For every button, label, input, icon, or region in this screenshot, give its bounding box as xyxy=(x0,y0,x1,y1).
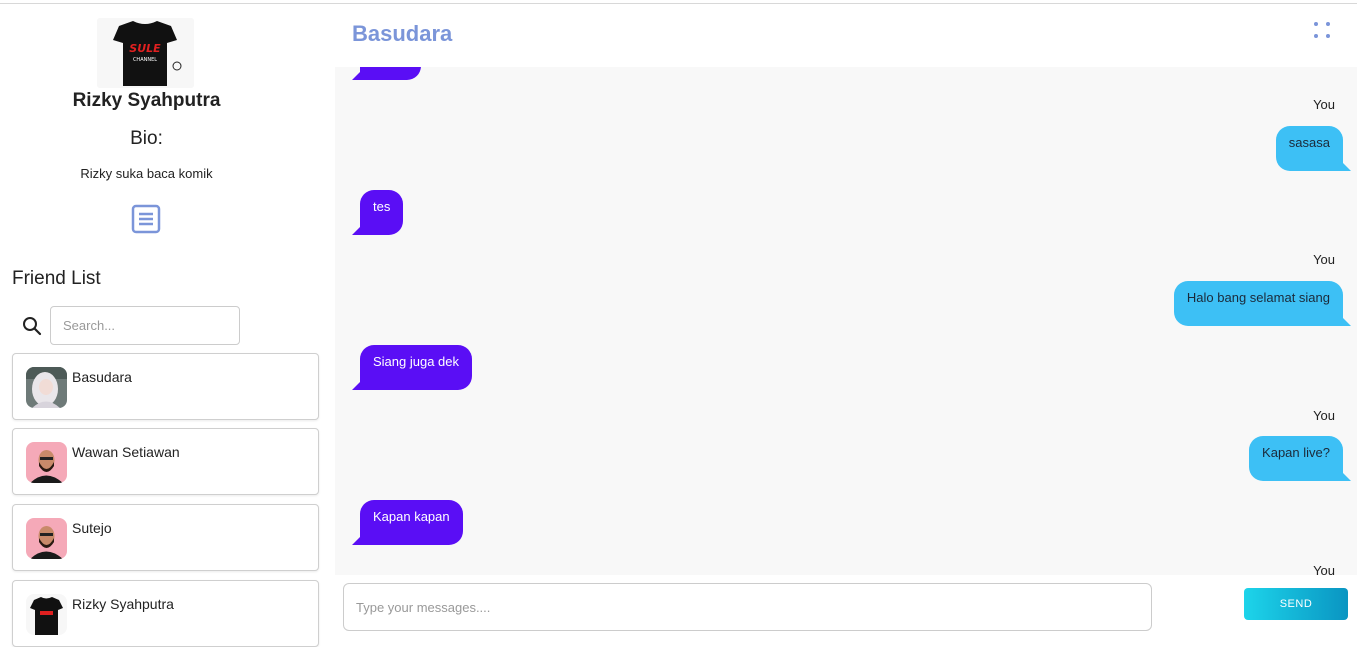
avatar xyxy=(26,518,67,559)
chat-title: Basudara xyxy=(352,21,453,46)
message-input[interactable] xyxy=(343,583,1152,631)
search-icon[interactable] xyxy=(22,316,42,336)
sender-label: You xyxy=(1313,408,1335,423)
friend-item-basudara[interactable]: Basudara xyxy=(12,353,319,420)
friend-name: Basudara xyxy=(72,369,132,385)
sender-label: You xyxy=(1313,252,1335,267)
shirt-logo-subtext: CHANNEL xyxy=(133,57,157,63)
friend-item-sutejo[interactable]: Sutejo xyxy=(12,504,319,571)
bio-text: Rizky suka baca komik xyxy=(80,166,213,181)
message-bubble-outgoing: Halo bang selamat siang xyxy=(1173,281,1352,326)
friend-name: Rizky Syahputra xyxy=(72,596,174,612)
friend-name: Sutejo xyxy=(72,520,112,536)
friend-item-rizky-syahputra[interactable]: Rizky Syahputra xyxy=(12,580,319,647)
message-bubble-outgoing: sasasa xyxy=(1275,126,1352,171)
avatar xyxy=(26,367,67,408)
message-composer: SEND xyxy=(335,575,1357,632)
friend-search-input[interactable] xyxy=(50,306,240,345)
message-bubble-incoming: Siang juga dek xyxy=(351,345,473,390)
avatar xyxy=(26,442,67,483)
send-button[interactable]: SEND xyxy=(1244,588,1348,620)
chat-header: Basudara xyxy=(335,4,1357,67)
friend-list-title: Friend List xyxy=(12,268,101,289)
avatar xyxy=(26,594,67,635)
sender-label: You xyxy=(1313,97,1335,112)
sidebar: SULE CHANNEL Rizky Syahputra Bio: Rizky … xyxy=(0,4,335,647)
sender-label: You xyxy=(1313,563,1335,575)
more-options-icon[interactable] xyxy=(1313,21,1331,41)
profile-avatar[interactable]: SULE CHANNEL xyxy=(97,18,194,88)
friend-item-wawan-setiawan[interactable]: Wawan Setiawan xyxy=(12,428,319,495)
bio-label: Bio: xyxy=(130,128,163,149)
message-bubble-incoming: tes xyxy=(351,190,404,235)
friend-name: Wawan Setiawan xyxy=(72,444,180,460)
message-bubble-partial xyxy=(352,67,421,80)
chat-messages[interactable]: You sasasa tes You Halo bang selamat sia… xyxy=(335,67,1357,575)
profile-name: Rizky Syahputra xyxy=(72,90,221,111)
edit-bio-icon[interactable] xyxy=(131,204,161,234)
message-bubble-outgoing: Kapan live? xyxy=(1249,436,1351,481)
shirt-logo-text: SULE xyxy=(129,42,161,55)
message-bubble-incoming: Kapan kapan xyxy=(352,500,463,545)
